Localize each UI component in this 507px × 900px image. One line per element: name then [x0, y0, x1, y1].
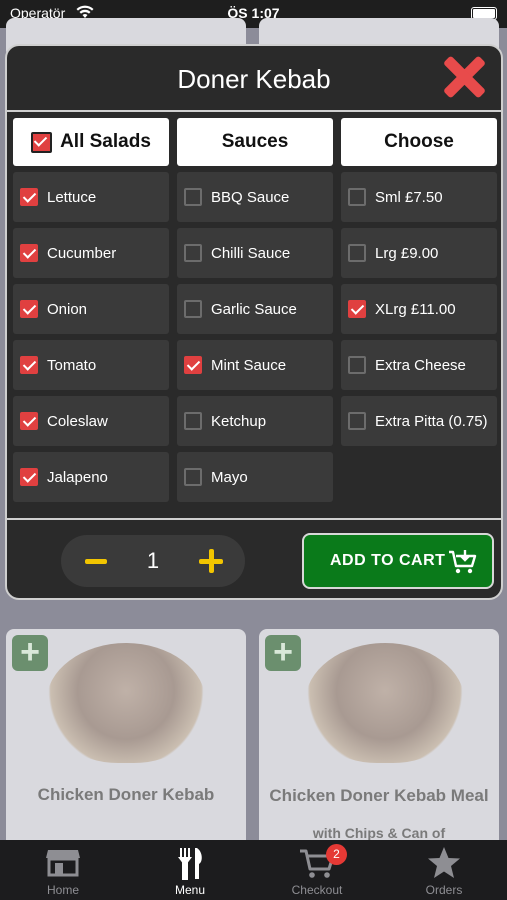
checkbox-icon[interactable] — [20, 468, 38, 486]
dialog-title: Doner Kebab — [177, 64, 331, 94]
add-to-cart-button[interactable]: ADD TO CART — [302, 533, 494, 589]
option-mint-sauce[interactable]: Mint Sauce — [177, 340, 333, 390]
option-label: Mayo — [211, 468, 248, 486]
checkbox-icon[interactable] — [20, 188, 38, 206]
option-label: Lrg £9.00 — [375, 244, 439, 262]
sauces-column: Sauces BBQ Sauce Chilli Sauce Garlic Sau… — [177, 118, 333, 502]
checkbox-icon[interactable] — [20, 300, 38, 318]
option-garlic-sauce[interactable]: Garlic Sauce — [177, 284, 333, 334]
item-options-dialog: Doner Kebab All Salads Lettuce Cucumber … — [5, 44, 503, 600]
checkout-badge: 2 — [326, 844, 347, 865]
checkbox-icon[interactable] — [348, 244, 366, 262]
option-label: Tomato — [47, 356, 97, 374]
checkbox-icon[interactable] — [348, 412, 366, 430]
option-label: Onion — [47, 300, 88, 318]
option-label: Garlic Sauce — [211, 300, 297, 318]
option-label: Jalapeno — [47, 468, 108, 486]
close-icon[interactable] — [441, 54, 487, 100]
choose-header: Choose — [341, 118, 497, 166]
checkbox-icon[interactable] — [184, 468, 202, 486]
option-jalapeno[interactable]: Jalapeno — [13, 452, 169, 502]
tab-label: Menu — [174, 883, 206, 897]
plus-icon[interactable] — [199, 549, 223, 573]
menu-card[interactable]: + Chicken Doner Kebab — [6, 629, 246, 849]
checkbox-icon[interactable] — [184, 356, 202, 374]
menu-item-title: Chicken Doner Kebab — [37, 785, 215, 804]
option-coleslaw[interactable]: Coleslaw — [13, 396, 169, 446]
option-label: Cucumber — [47, 244, 117, 262]
all-salads-toggle[interactable]: All Salads — [13, 118, 169, 166]
fork-knife-icon — [178, 848, 202, 880]
add-item-icon[interactable]: + — [265, 635, 301, 671]
option-label: Ketchup — [211, 412, 267, 430]
sauces-header: Sauces — [177, 118, 333, 166]
checkbox-icon[interactable] — [184, 412, 202, 430]
add-to-cart-label: ADD TO CART — [330, 552, 446, 569]
option-chilli-sauce[interactable]: Chilli Sauce — [177, 228, 333, 278]
checkbox-icon[interactable] — [20, 356, 38, 374]
option-extra-pitta[interactable]: Extra Pitta (0.75) — [341, 396, 497, 446]
column-header-label: Choose — [384, 131, 454, 152]
option-mayo[interactable]: Mayo — [177, 452, 333, 502]
tab-label: Checkout — [291, 883, 343, 897]
option-label: Sml £7.50 — [375, 188, 443, 206]
option-cucumber[interactable]: Cucumber — [13, 228, 169, 278]
tab-checkout[interactable]: 2 Checkout — [254, 840, 380, 900]
tab-bar: Home Menu 2 Checkout Orders — [0, 840, 507, 900]
checkbox-icon[interactable] — [348, 356, 366, 374]
tab-home[interactable]: Home — [0, 840, 126, 900]
star-icon — [428, 847, 460, 878]
tab-label: Home — [46, 883, 79, 897]
salads-column: All Salads Lettuce Cucumber Onion Tomato… — [13, 118, 169, 502]
option-onion[interactable]: Onion — [13, 284, 169, 334]
tab-label: Orders — [425, 883, 463, 897]
option-extra-cheese[interactable]: Extra Cheese — [341, 340, 497, 390]
option-label: Mint Sauce — [211, 356, 287, 374]
checkbox-icon[interactable] — [348, 300, 366, 318]
option-xlarge[interactable]: XLrg £11.00 — [341, 284, 497, 334]
menu-item-subtitle: with Chips & Can of — [312, 825, 446, 841]
column-header-label: Sauces — [221, 131, 289, 152]
column-header-label: All Salads — [60, 131, 151, 152]
dialog-header: Doner Kebab — [7, 46, 501, 112]
option-ketchup[interactable]: Ketchup — [177, 396, 333, 446]
quantity-stepper: 1 — [61, 535, 245, 587]
option-bbq-sauce[interactable]: BBQ Sauce — [177, 172, 333, 222]
menu-card[interactable]: + Chicken Doner Kebab Meal with Chips & … — [259, 629, 499, 849]
option-label: Lettuce — [47, 188, 97, 206]
option-lettuce[interactable]: Lettuce — [13, 172, 169, 222]
checkbox-icon[interactable] — [184, 188, 202, 206]
option-label: Chilli Sauce — [211, 244, 291, 262]
option-small[interactable]: Sml £7.50 — [341, 172, 497, 222]
cart-icon — [449, 550, 477, 574]
checkbox-icon[interactable] — [20, 412, 38, 430]
option-label: BBQ Sauce — [211, 188, 290, 206]
checkbox-icon[interactable] — [184, 244, 202, 262]
food-image — [46, 643, 206, 763]
checkbox-icon[interactable] — [31, 131, 53, 153]
checkbox-icon[interactable] — [348, 188, 366, 206]
choose-column: Choose Sml £7.50 Lrg £9.00 XLrg £11.00 E… — [341, 118, 497, 446]
food-image — [305, 643, 465, 763]
tab-menu[interactable]: Menu — [127, 840, 253, 900]
option-label: XLrg £11.00 — [375, 300, 456, 318]
add-item-icon[interactable]: + — [12, 635, 48, 671]
store-icon — [46, 850, 80, 877]
checkbox-icon[interactable] — [184, 300, 202, 318]
option-label: Extra Cheese — [375, 356, 466, 374]
option-label: Coleslaw — [47, 412, 108, 430]
checkbox-icon[interactable] — [20, 244, 38, 262]
option-label: Extra Pitta (0.75) — [375, 412, 488, 430]
dialog-footer: 1 ADD TO CART — [7, 518, 501, 598]
option-tomato[interactable]: Tomato — [13, 340, 169, 390]
tab-orders[interactable]: Orders — [381, 840, 507, 900]
menu-item-title: Chicken Doner Kebab Meal — [269, 786, 489, 805]
option-large[interactable]: Lrg £9.00 — [341, 228, 497, 278]
